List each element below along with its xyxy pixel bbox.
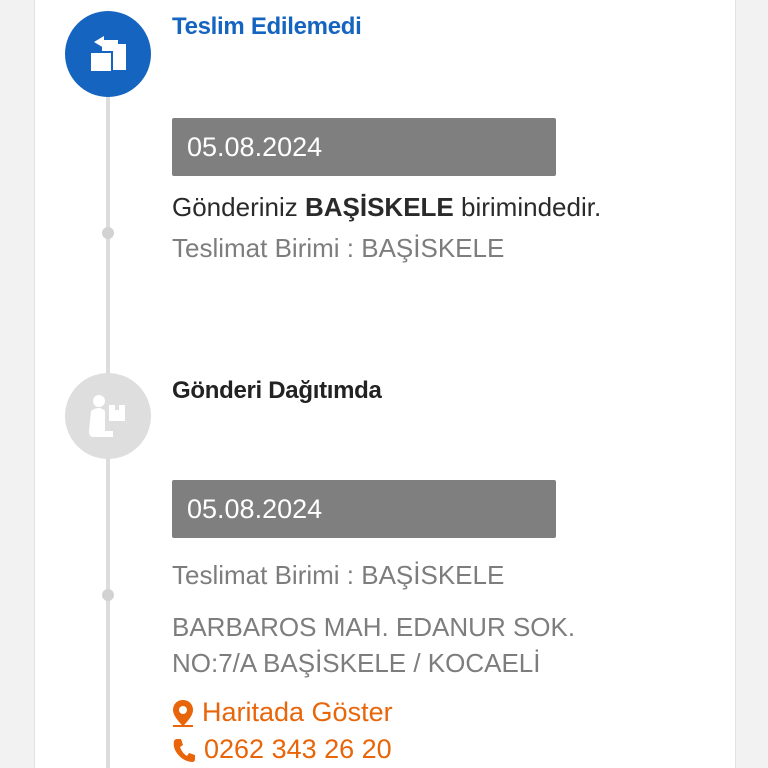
phone-link[interactable]: 0262 343 26 20 [172, 734, 392, 765]
event-message: Gönderiniz BAŞİSKELE birimindedir. [172, 192, 601, 223]
message-unit: BAŞİSKELE [304, 192, 454, 222]
phone-icon [173, 738, 195, 762]
timeline-dot [102, 227, 114, 239]
show-on-map-link[interactable]: Haritada Göster [172, 697, 393, 728]
address-line-1: BARBAROS MAH. EDANUR SOK. [172, 612, 576, 642]
delivery-unit: Teslimat Birimi : BAŞİSKELE [172, 560, 505, 590]
return-package-icon [65, 11, 151, 97]
status-title: Gönderi Dağıtımda [172, 377, 382, 404]
event-date: 05.08.2024 [172, 118, 556, 176]
timeline-dot [102, 589, 114, 601]
delivery-unit: Teslimat Birimi : BAŞİSKELE [172, 233, 505, 263]
show-on-map-label: Haritada Göster [202, 697, 393, 727]
phone-number: 0262 343 26 20 [204, 734, 392, 764]
message-suffix: birimindedir. [453, 192, 602, 222]
location-pin-icon [173, 699, 193, 727]
address-line-2: NO:7/A BAŞİSKELE / KOCAELİ [172, 648, 541, 678]
status-title: Teslim Edilemedi [172, 13, 362, 40]
courier-package-icon [65, 373, 151, 459]
event-date: 05.08.2024 [172, 480, 556, 538]
message-prefix: Gönderiniz [172, 192, 305, 222]
